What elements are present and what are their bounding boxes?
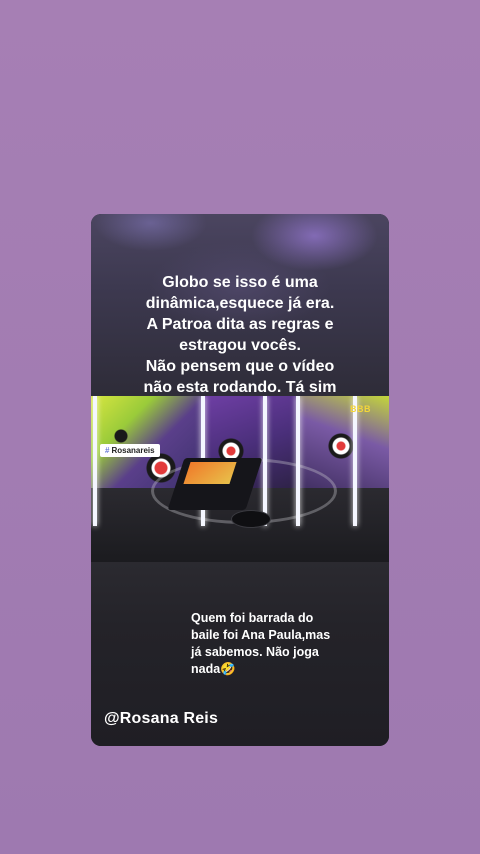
story-card[interactable]: Globo se isso é uma dinâmica,esquece já … bbox=[91, 214, 389, 746]
desk-screen bbox=[183, 462, 237, 484]
story-top-text: Globo se isso é uma dinâmica,esquece já … bbox=[91, 272, 389, 398]
caption-line: nada🤣 bbox=[191, 662, 236, 676]
top-text-line: dinâmica,esquece já era. bbox=[145, 295, 335, 312]
video-frame[interactable]: BBB # Rosanareis bbox=[91, 396, 389, 562]
studio-stool bbox=[231, 510, 271, 528]
light-bar bbox=[296, 396, 300, 526]
caption-line: Quem foi barrada do bbox=[191, 611, 314, 625]
top-text-line: Globo se isso é uma bbox=[162, 274, 318, 291]
light-bar bbox=[353, 396, 357, 526]
story-bottom-caption: Quem foi barrada do baile foi Ana Paula,… bbox=[191, 610, 361, 678]
hash-icon: # bbox=[105, 446, 110, 455]
top-text-line: Não pensem que o vídeo bbox=[145, 358, 335, 375]
top-text-line: não esta rodando. Tá sim bbox=[143, 379, 337, 396]
hashtag-tag[interactable]: # Rosanareis bbox=[100, 444, 160, 457]
top-text-line: A Patroa dita as regras e bbox=[146, 316, 334, 333]
light-bar bbox=[263, 396, 267, 526]
caption-line: baile foi Ana Paula,mas bbox=[191, 628, 331, 642]
caption-line: já sabemos. Não joga bbox=[191, 645, 319, 659]
light-bar bbox=[93, 396, 97, 526]
author-credit: @Rosana Reis bbox=[104, 710, 219, 727]
top-text-line: estragou vocês. bbox=[179, 337, 301, 354]
hashtag-label: Rosanareis bbox=[111, 446, 155, 455]
bbb-logo: BBB bbox=[350, 404, 371, 414]
